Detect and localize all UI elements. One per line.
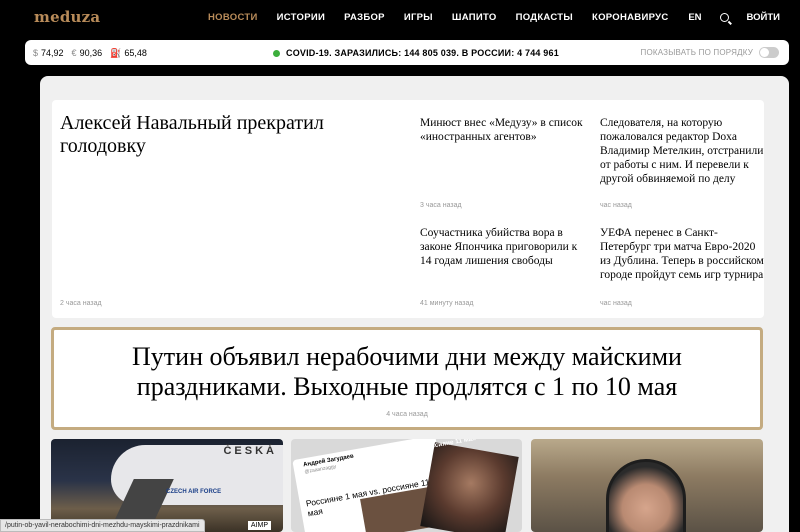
- top-news-card: Алексей Навальный прекратил голодовку 2 …: [52, 100, 764, 318]
- nav-shapito[interactable]: ШАПИТО: [452, 12, 497, 23]
- browser-status-bar: /putin-ob-yavil-nerabochimi-dni-mezhdu-m…: [0, 519, 205, 532]
- eur-rate: €90,36: [72, 48, 103, 59]
- lead-time: 2 часа назад: [60, 300, 102, 307]
- news-item-title[interactable]: Следователя, на которую пожаловался реда…: [600, 116, 765, 186]
- meme-photo: [420, 442, 519, 532]
- oil-value: 65,48: [124, 48, 147, 58]
- main-nav: НОВОСТИ ИСТОРИИ РАЗБОР ИГРЫ ШАПИТО ПОДКА…: [208, 12, 687, 23]
- header-actions: EN ВОЙТИ: [688, 12, 780, 23]
- news-item-title[interactable]: Минюст внес «Медузу» в список «иностранн…: [420, 116, 585, 144]
- nav-games[interactable]: ИГРЫ: [404, 12, 433, 23]
- meduza-logo[interactable]: meduza: [34, 8, 100, 26]
- news-item[interactable]: Следователя, на которую пожаловался реда…: [600, 116, 765, 211]
- news-item[interactable]: УЕФА перенес в Санкт-Петербург три матча…: [600, 226, 765, 311]
- news-item[interactable]: Соучастника убийства вора в законе Японч…: [420, 226, 585, 311]
- order-toggle-group: ПОКАЗЫВАТЬ ПО ПОРЯДКУ: [640, 47, 779, 58]
- info-ticker: $74,92 €90,36 ⛽ 65,48 COVID-19. ЗАРАЗИЛИС…: [25, 40, 789, 65]
- story-thumbnail-meme[interactable]: Андрей Загудаев @zaaanzaggy Россияне 1 м…: [291, 439, 522, 532]
- usd-value: 74,92: [41, 48, 64, 58]
- news-item-time: 3 часа назад: [420, 202, 462, 209]
- plane-brand-text: ČESKÁ: [223, 445, 277, 457]
- news-item-title[interactable]: УЕФА перенес в Санкт-Петербург три матча…: [600, 226, 765, 282]
- nav-news[interactable]: НОВОСТИ: [208, 12, 258, 23]
- story-thumbnail-police[interactable]: [531, 439, 763, 532]
- featured-headline[interactable]: Путин объявил нерабочими дни между майск…: [74, 342, 740, 402]
- order-toggle[interactable]: [759, 47, 779, 58]
- photo-credit-tag: AIMP: [247, 521, 271, 530]
- order-label: ПОКАЗЫВАТЬ ПО ПОРЯДКУ: [640, 48, 753, 57]
- eur-value: 90,36: [79, 48, 103, 58]
- main-content: Алексей Навальный прекратил голодовку 2 …: [40, 76, 789, 532]
- language-switch[interactable]: EN: [688, 12, 701, 23]
- news-item-time: час назад: [600, 202, 632, 209]
- nav-podcasts[interactable]: ПОДКАСТЫ: [516, 12, 573, 23]
- news-item-time: 41 минуту назад: [420, 300, 474, 307]
- login-button[interactable]: ВОЙТИ: [747, 12, 780, 23]
- news-item-title[interactable]: Соучастника убийства вора в законе Японч…: [420, 226, 585, 268]
- covid-stats[interactable]: COVID-19. ЗАРАЗИЛИСЬ: 144 805 039. В РОС…: [273, 48, 559, 58]
- usd-rate: $74,92: [33, 48, 64, 59]
- featured-news-card[interactable]: Путин объявил нерабочими дни между майск…: [51, 327, 763, 430]
- dollar-icon: $: [33, 48, 39, 58]
- nav-stories[interactable]: ИСТОРИИ: [277, 12, 326, 23]
- featured-time: 4 часа назад: [386, 411, 428, 418]
- euro-icon: €: [71, 48, 77, 58]
- oil-drop-icon: ⛽: [110, 48, 122, 58]
- nav-analysis[interactable]: РАЗБОР: [344, 12, 385, 23]
- nav-coronavirus[interactable]: КОРОНАВИРУС: [592, 12, 668, 23]
- top-header: meduza НОВОСТИ ИСТОРИИ РАЗБОР ИГРЫ ШАПИТ…: [0, 0, 800, 36]
- status-dot-icon: [273, 49, 280, 57]
- currency-rates: $74,92 €90,36 ⛽ 65,48: [33, 48, 147, 59]
- news-item-time: час назад: [600, 300, 632, 307]
- search-icon[interactable]: [719, 13, 729, 22]
- news-item[interactable]: Минюст внес «Медузу» в список «иностранн…: [420, 116, 585, 211]
- helmet-face-image: [606, 459, 686, 532]
- plane-label-text: CZECH AIR FORCE: [166, 489, 222, 495]
- lead-headline[interactable]: Алексей Навальный прекратил голодовку: [60, 112, 390, 158]
- oil-rate: ⛽ 65,48: [110, 48, 147, 59]
- covid-text: COVID-19. ЗАРАЗИЛИСЬ: 144 805 039. В РОС…: [286, 48, 559, 58]
